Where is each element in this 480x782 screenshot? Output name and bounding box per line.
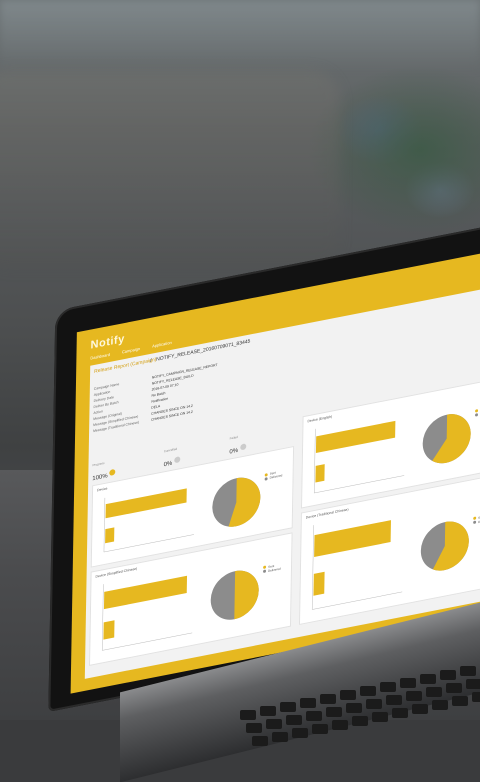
keyboard-key [386,695,402,705]
keyboard-key [300,698,316,708]
sofa-shape [0,70,340,270]
keyboard-key [312,724,328,734]
bar-axis [104,498,105,552]
keyboard-key [372,712,388,722]
keyboard-key [320,694,336,704]
bar [104,576,187,609]
bar-axis [102,584,103,650]
pie-slice-yellow [234,566,259,619]
keyboard-key [460,666,476,676]
keyboard-key [246,723,262,733]
legend-swatch [475,413,478,417]
bar [105,527,114,543]
keyboard-key [380,682,396,692]
keyboard-key [392,708,408,718]
keyboard-key [366,699,382,709]
bar-baseline [104,535,194,553]
stat-value: 0% [164,461,173,469]
bar-axis [312,525,313,609]
keyboard-key [286,715,302,725]
bar-axis [314,429,315,493]
stat-value: 0% [229,448,238,456]
keyboard-key [420,674,436,684]
keyboard-key [272,732,288,742]
breadcrumb-separator: / [150,358,151,364]
keyboard-key [472,692,480,702]
keyboard-key [426,687,442,697]
stat-label: Cancelled [164,446,182,453]
keyboard [240,670,480,730]
nav-campaign[interactable]: Campaign [122,346,140,355]
window-light [0,0,480,70]
keyboard-key [346,703,362,713]
keyboard-key [406,691,422,701]
keyboard-key [260,706,276,716]
stat-label: Failed [230,433,247,440]
keyboard-key [432,700,448,710]
status-dot-icon [174,456,180,463]
bar-baseline [312,592,402,610]
keyboard-key [452,696,468,706]
keyboard-key [332,720,348,730]
keyboard-key [412,704,428,714]
keyboard-key [340,690,356,700]
bar [316,421,395,453]
legend-swatch [473,521,476,525]
keyboard-key [352,716,368,726]
keyboard-key [440,670,456,680]
legend-swatch [265,477,268,481]
bar-baseline [314,475,404,493]
keyboard-key [292,728,308,738]
campaign-details: Campaign NameNOTIFY_CAMPAIGN_RELEASE_REP… [93,348,294,435]
keyboard-key [326,707,342,717]
bar [315,464,324,482]
keyboard-key [266,719,282,729]
status-dot-icon [110,469,116,476]
stat-label: Progress [92,459,115,468]
bar-baseline [102,633,192,651]
keyboard-key [360,686,376,696]
keyboard-key [240,710,256,720]
keyboard-key [466,679,480,689]
legend-swatch [263,570,266,574]
stat-value: 100% [92,473,107,482]
keyboard-key [252,736,268,746]
nav-application[interactable]: Application [152,340,172,349]
bar [314,520,391,557]
bar [106,488,187,518]
keyboard-key [280,702,296,712]
nav-dashboard[interactable]: Dashboard [90,352,110,361]
keyboard-key [446,683,462,693]
status-dot-icon [240,443,246,450]
bar [103,620,114,639]
bar [313,572,324,596]
keyboard-key [400,678,416,688]
